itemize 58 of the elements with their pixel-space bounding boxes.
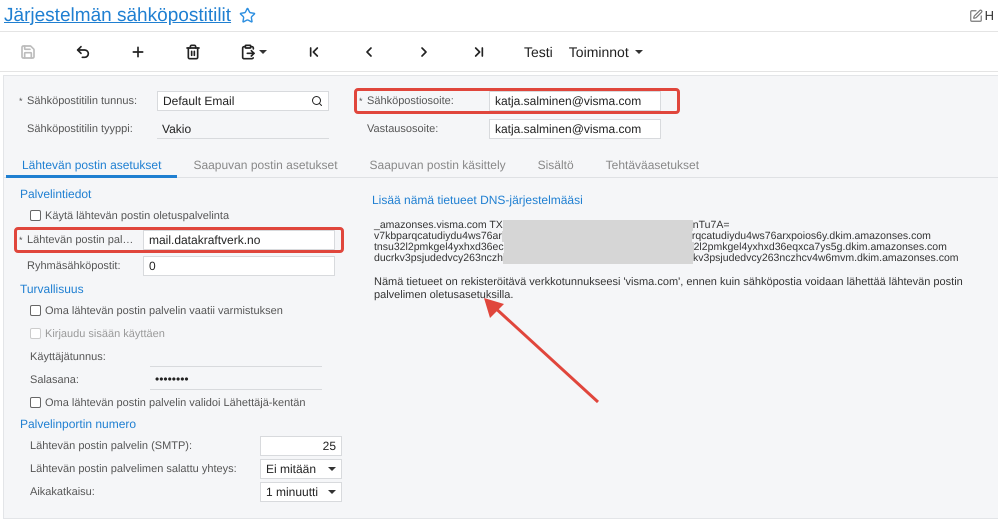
dns-record-text: 2l2pmkgel4yxhxd36eqxca7ys5g.dkim.amazonses.com <box>694 242 947 253</box>
dns-record-text: ducrkv3psjudedvcy263nczh <box>374 253 503 264</box>
field-label: Vastausosoite: <box>367 123 440 135</box>
input-field[interactable]: 0 <box>143 256 335 276</box>
field-label: Aikakatkaisu: <box>30 486 96 498</box>
field-label: Lähtevän postin palvelimen salattu yhteys: <box>30 462 238 474</box>
trash-icon <box>185 44 201 60</box>
number-field[interactable]: 25 <box>260 436 342 456</box>
dns-record-text: nTu7A= <box>692 220 730 231</box>
field-label: Salasana: <box>30 374 80 386</box>
field-label: Lähtevän postin pal… <box>27 234 134 246</box>
field-value: Vakio <box>157 119 329 139</box>
section-title: Lisää nämä tietueet DNS-järjestelmääsi <box>372 192 584 209</box>
dropdown[interactable]: Ei mitään <box>260 458 342 478</box>
dns-record-text: rqcatudiydu4ws76arxpoios6y.dkim.amazonses.com <box>692 231 931 242</box>
required-mark: * <box>19 96 24 106</box>
checkbox-label[interactable]: Oma lähtevän postin palvelin vaatii varmistuksen <box>20 299 344 322</box>
toolbar-button[interactable]: Testi <box>516 36 561 66</box>
checkbox[interactable] <box>30 210 41 221</box>
checkbox[interactable] <box>30 397 41 408</box>
tab[interactable]: Lähtevän postin asetukset <box>6 154 178 178</box>
field-label: Ryhmäsähköpostit: <box>27 260 122 272</box>
checkbox[interactable] <box>30 305 41 316</box>
field-label: Sähköpostiosoite: <box>367 95 455 107</box>
input-field[interactable]: katja.salminen@visma.com <box>489 119 661 139</box>
input-field[interactable]: mail.datakraftverk.no <box>143 230 335 250</box>
dropdown[interactable]: 1 minuutti <box>260 482 342 502</box>
caret-icon <box>328 490 336 494</box>
page-title[interactable]: Järjestelmän sähköpostitilit <box>4 4 232 26</box>
search-icon[interactable] <box>311 95 323 107</box>
required-mark: * <box>359 96 364 106</box>
section-title: Palvelinportin numero <box>20 416 138 433</box>
dns-record-text: tnsu32l2pmkgel4yxhxd36ec <box>374 242 504 253</box>
field-label: Sähköpostitilin tunnus: <box>27 95 138 107</box>
favorite-star-icon[interactable] <box>239 7 256 24</box>
clipboard-icon <box>240 44 256 60</box>
dns-record-text: kv3psjudedvcy263nczhcv4w6mvm.dkim.amazonses.com <box>693 253 959 264</box>
field-label: Sähköpostitilin tyyppi: <box>27 123 134 135</box>
menu-button[interactable]: Toiminnot <box>560 36 651 66</box>
required-mark: * <box>19 235 24 245</box>
section-title: Palvelintiedot <box>20 186 92 203</box>
edit-icon[interactable] <box>968 8 983 22</box>
lookup-field[interactable]: Default Email <box>157 91 329 111</box>
section-title: Turvallisuus <box>20 281 85 298</box>
caret-icon <box>328 466 336 470</box>
field-label: Käyttäjätunnus: <box>30 350 107 362</box>
dns-record-text: _amazonses.visma.com TX <box>374 220 503 231</box>
plus-icon <box>130 44 146 60</box>
header-link[interactable]: H <box>984 8 994 23</box>
input-field[interactable]: katja.salminen@visma.com <box>489 91 661 111</box>
info-text: Nämä tietueet on rekisteröitävä verkkotunnukseesi 'visma.com', ennen kuin sähköpostia voidaan lähettää lähtevän postin palvelimen oletusasetuksilla. <box>374 276 964 302</box>
password-field[interactable]: •••••••• <box>150 370 322 390</box>
field-label: Lähtevän postin palvelin (SMTP): <box>30 440 194 452</box>
caret-icon <box>259 50 267 54</box>
checkbox-label[interactable]: Oma lähtevän postin palvelin validoi Lähettäjä-kentän <box>20 391 344 414</box>
checkbox-label[interactable]: Käytä lähtevän postin oletuspalvelinta <box>20 204 344 227</box>
dns-record-text: v7kbparqcatudiydu4ws76ar <box>374 231 502 242</box>
undo-icon <box>75 44 91 60</box>
